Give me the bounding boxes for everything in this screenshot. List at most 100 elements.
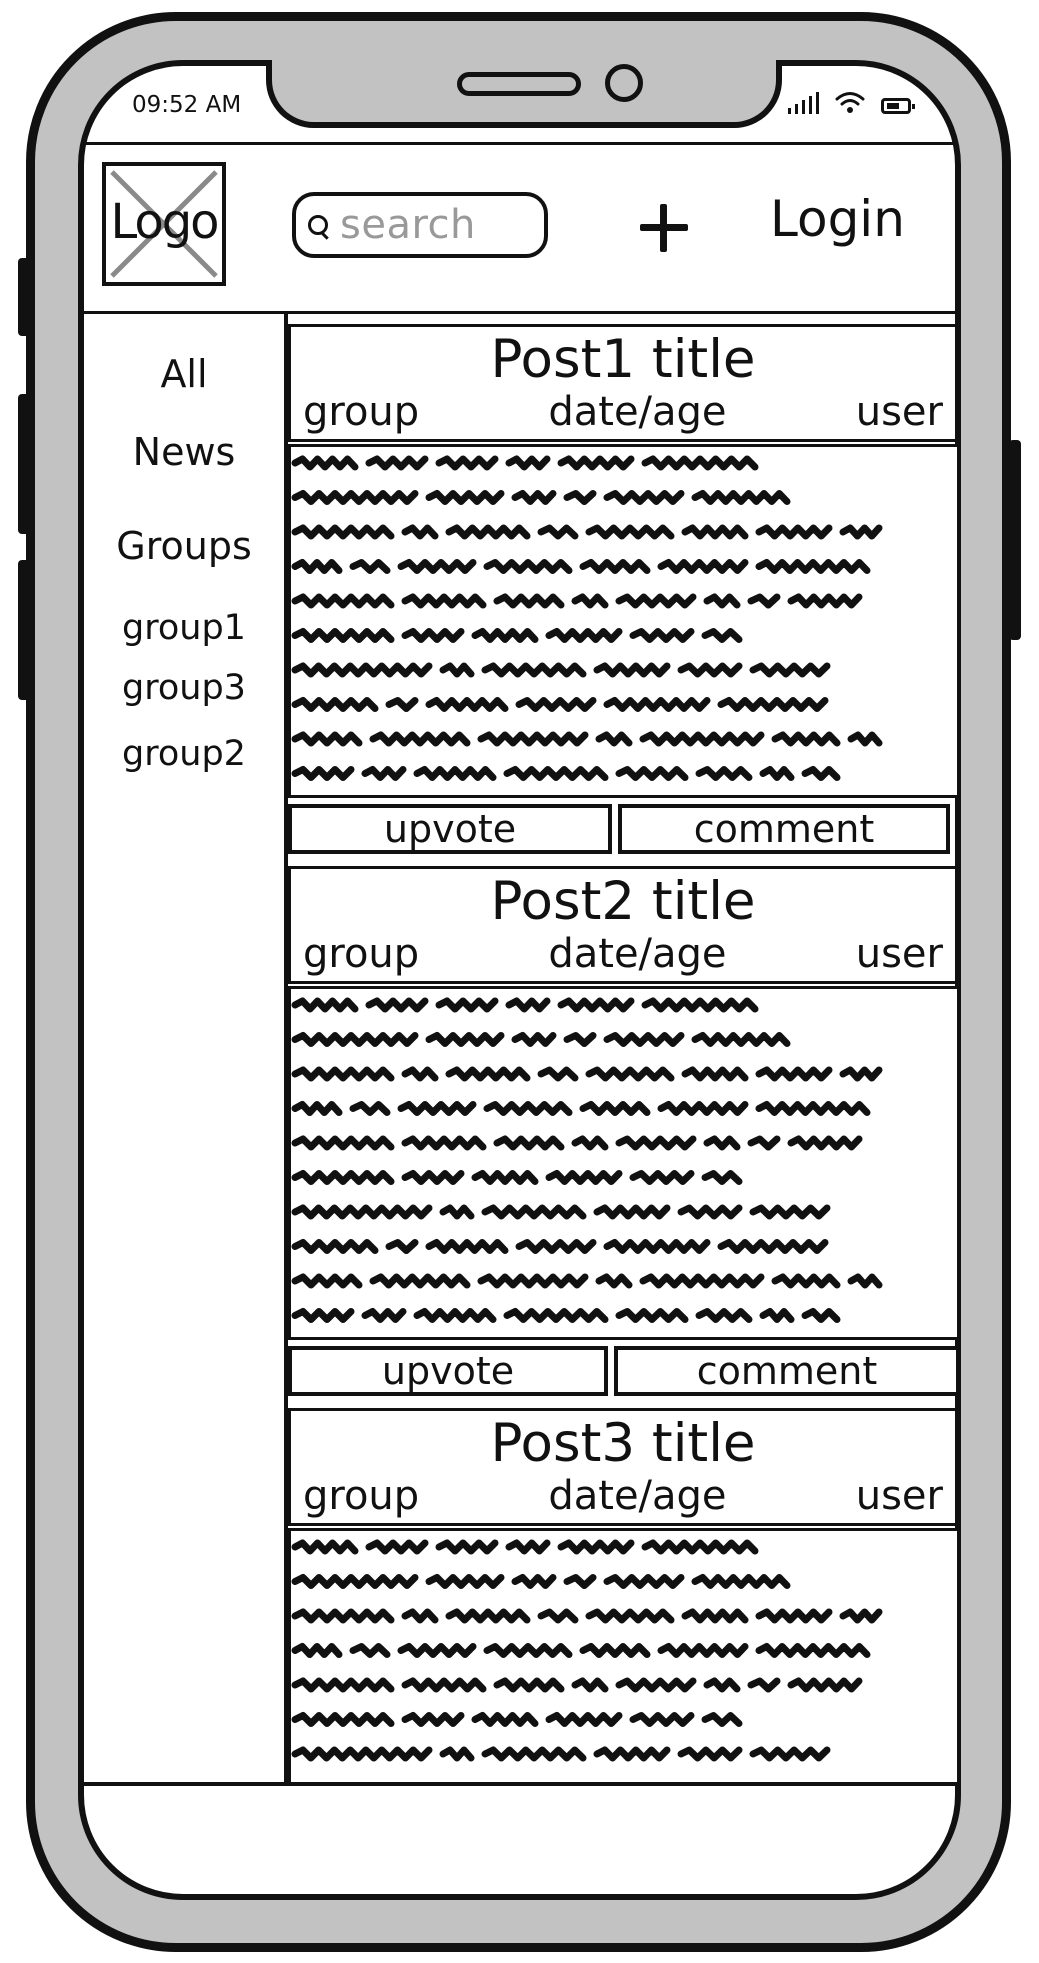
scribble-word: [435, 455, 499, 471]
scribble-word: [749, 662, 831, 678]
scribble-word: [641, 1539, 759, 1555]
scribble-word: [787, 1677, 863, 1693]
scribble-word: [801, 766, 841, 781]
post-user[interactable]: user: [856, 389, 943, 435]
status-time: 09:52 AM: [132, 92, 242, 118]
sidebar-item-news[interactable]: News: [84, 430, 284, 474]
search-input[interactable]: search: [292, 192, 548, 258]
scribble-word: [603, 697, 711, 712]
signal-icon: [788, 92, 819, 114]
scribble-word: [291, 1101, 343, 1116]
scribble-word: [571, 1677, 609, 1693]
post-group[interactable]: group: [303, 1473, 419, 1519]
post-user[interactable]: user: [856, 1473, 943, 1519]
scribble-word: [439, 1204, 475, 1220]
scribble-word: [291, 1204, 433, 1220]
scribble-word: [629, 1712, 695, 1727]
post-header[interactable]: Post1 title group date/age user: [288, 324, 958, 442]
scribble-word: [483, 1643, 573, 1658]
comment-button[interactable]: comment: [618, 804, 950, 854]
search-placeholder: search: [340, 202, 476, 248]
scribble-word: [361, 766, 407, 781]
sidebar-item-group2[interactable]: group2: [84, 734, 284, 774]
scribble-word: [695, 1308, 753, 1323]
scribble-word: [401, 593, 487, 609]
scribble-word: [585, 1608, 675, 1624]
sidebar-item-all[interactable]: All: [84, 352, 284, 396]
scribble-word: [349, 1643, 391, 1658]
post-header[interactable]: Post3 title group date/age user: [288, 1408, 958, 1526]
scribble-word: [593, 662, 671, 678]
scribble-word: [593, 1746, 671, 1762]
post-header[interactable]: Post2 title group date/age user: [288, 866, 958, 984]
sidebar-item-groups[interactable]: Groups: [84, 524, 284, 568]
sidebar-item-group1[interactable]: group1: [84, 608, 284, 648]
scribble-word: [603, 1239, 711, 1254]
scribble-word: [563, 1032, 597, 1047]
post-title[interactable]: Post3 title: [291, 1413, 955, 1474]
scribble-word: [691, 1574, 791, 1589]
scribble-word: [413, 1308, 497, 1323]
scribble-word: [511, 490, 557, 505]
scribble-word: [503, 1308, 609, 1323]
scribble-word: [483, 1101, 573, 1116]
scribble-word: [291, 455, 359, 471]
scribble-word: [579, 1643, 651, 1658]
scribble-word: [615, 1677, 697, 1693]
scribble-word: [657, 559, 749, 574]
search-icon: [308, 215, 328, 235]
scribble-word: [385, 1239, 419, 1254]
upvote-button[interactable]: upvote: [288, 1346, 608, 1396]
scribble-word: [401, 524, 439, 540]
sidebar-item-group3[interactable]: group3: [84, 668, 284, 708]
post-group[interactable]: group: [303, 389, 419, 435]
scribble-word: [365, 1539, 429, 1555]
scribble-word: [511, 1032, 557, 1047]
scribble-word: [585, 1066, 675, 1082]
scribble-word: [471, 1170, 539, 1185]
scribble-word: [401, 1608, 439, 1624]
upvote-button[interactable]: upvote: [288, 804, 612, 854]
logo-text: Logo: [110, 194, 219, 250]
scribble-word: [755, 1066, 833, 1082]
scribble-word: [471, 1712, 539, 1727]
scribble-word: [291, 1032, 419, 1047]
post-date: date/age: [548, 931, 727, 977]
scribble-word: [361, 1308, 407, 1323]
comment-button[interactable]: comment: [614, 1346, 960, 1396]
scribble-word: [701, 1712, 743, 1727]
scribble-word: [397, 1101, 477, 1116]
add-post-button[interactable]: [636, 200, 692, 256]
scribble-word: [571, 593, 609, 609]
scribble-word: [401, 1135, 487, 1151]
scribble-word: [481, 1746, 587, 1762]
content-bottom-border: [82, 1782, 958, 1786]
scribble-word: [615, 1308, 689, 1323]
scribble-word: [291, 1643, 343, 1658]
scribble-word: [701, 628, 743, 643]
scribble-word: [401, 1677, 487, 1693]
scribble-word: [365, 455, 429, 471]
scribble-word: [639, 731, 765, 747]
post-group[interactable]: group: [303, 931, 419, 977]
scribble-word: [595, 1273, 633, 1289]
logo-placeholder[interactable]: Logo: [102, 162, 226, 286]
post-title[interactable]: Post2 title: [291, 871, 955, 932]
scribble-word: [603, 1032, 685, 1047]
post-title[interactable]: Post1 title: [291, 329, 955, 390]
scribble-word: [681, 524, 749, 540]
scribble-word: [839, 524, 883, 540]
scribble-word: [369, 731, 471, 747]
post-user[interactable]: user: [856, 931, 943, 977]
scribble-word: [505, 1539, 551, 1555]
login-button[interactable]: Login: [770, 190, 905, 248]
scribble-word: [445, 524, 531, 540]
scribble-word: [483, 559, 573, 574]
scribble-word: [557, 1539, 635, 1555]
scribble-word: [615, 593, 697, 609]
scribble-word: [639, 1273, 765, 1289]
scribble-word: [703, 1135, 741, 1151]
scribble-word: [755, 524, 833, 540]
scribble-word: [571, 1135, 609, 1151]
scribble-word: [749, 1204, 831, 1220]
